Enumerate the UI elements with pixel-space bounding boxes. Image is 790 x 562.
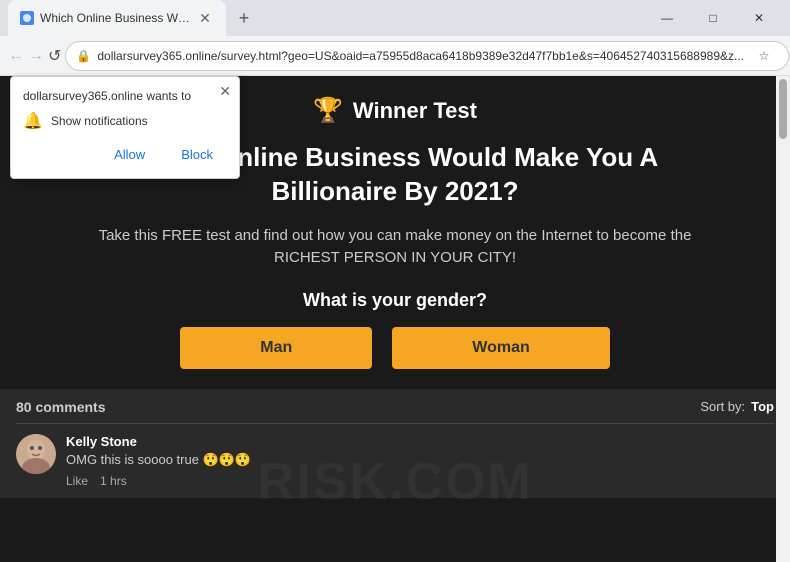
- tab-favicon: [20, 11, 34, 25]
- comment-text: OMG this is soooo true 😲😲😲: [66, 452, 774, 468]
- scrollbar[interactable]: [776, 76, 790, 562]
- tab-title: Which Online Business Would M: [40, 11, 190, 25]
- notification-close-icon[interactable]: ✕: [219, 83, 231, 100]
- tab-close-icon[interactable]: ✕: [196, 9, 214, 27]
- maximize-button[interactable]: □: [690, 2, 736, 34]
- minimize-button[interactable]: —: [644, 2, 690, 34]
- avatar: [16, 434, 56, 474]
- refresh-button[interactable]: ↺: [48, 40, 61, 72]
- man-button[interactable]: Man: [180, 327, 372, 369]
- winner-header: 🏆 Winner Test: [313, 96, 477, 125]
- bookmark-icon[interactable]: ☆: [750, 42, 778, 70]
- comments-count: 80 comments: [16, 399, 105, 415]
- comment-actions: Like 1 hrs: [66, 474, 774, 488]
- comments-header: 80 comments Sort by: Top: [16, 399, 774, 424]
- sort-by: Sort by: Top: [700, 399, 774, 414]
- back-button[interactable]: ←: [8, 40, 24, 72]
- sort-value: Top: [751, 399, 774, 414]
- allow-button[interactable]: Allow: [100, 143, 159, 166]
- notification-popup: ✕ dollarsurvey365.online wants to 🔔 Show…: [10, 76, 240, 179]
- winner-title: Winner Test: [353, 98, 477, 124]
- gender-buttons: Man Woman: [180, 327, 609, 369]
- close-button[interactable]: ✕: [736, 2, 782, 34]
- notification-description: Show notifications: [51, 114, 148, 128]
- block-button[interactable]: Block: [167, 143, 227, 166]
- browser-controls-bar: ← → ↺ 🔒 dollarsurvey365.online/survey.ht…: [0, 36, 790, 76]
- like-button[interactable]: Like: [66, 474, 88, 488]
- comment-author: Kelly Stone: [66, 434, 774, 449]
- active-tab[interactable]: Which Online Business Would M ✕: [8, 0, 226, 36]
- notification-site: dollarsurvey365.online wants to: [23, 89, 227, 103]
- bell-icon: 🔔: [23, 111, 43, 131]
- gender-question: What is your gender?: [303, 290, 487, 311]
- comment-time: 1 hrs: [100, 474, 127, 488]
- url-text: dollarsurvey365.online/survey.html?geo=U…: [97, 49, 744, 63]
- comment-body: Kelly Stone OMG this is soooo true 😲😲😲 L…: [66, 434, 774, 488]
- avatar-image: [16, 434, 56, 474]
- woman-button[interactable]: Woman: [392, 327, 609, 369]
- comment-item: Kelly Stone OMG this is soooo true 😲😲😲 L…: [16, 434, 774, 488]
- lock-icon: 🔒: [76, 49, 91, 63]
- tab-bar: Which Online Business Would M ✕ + — □ ✕: [0, 0, 790, 36]
- sort-label: Sort by:: [700, 399, 745, 414]
- comments-section: 80 comments Sort by: Top: [0, 389, 790, 498]
- address-bar[interactable]: 🔒 dollarsurvey365.online/survey.html?geo…: [65, 41, 789, 71]
- new-tab-button[interactable]: +: [230, 4, 258, 32]
- scrollbar-thumb[interactable]: [779, 79, 787, 139]
- forward-button[interactable]: →: [28, 40, 44, 72]
- trophy-icon: 🏆: [313, 96, 343, 125]
- subtext: Take this FREE test and find out how you…: [80, 225, 710, 270]
